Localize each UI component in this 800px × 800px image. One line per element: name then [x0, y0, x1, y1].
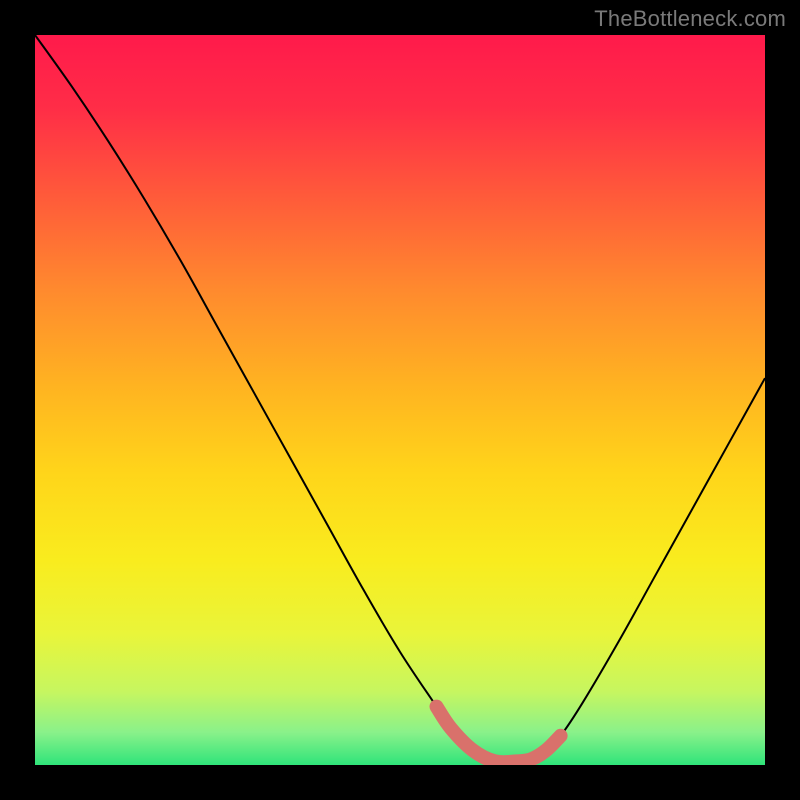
- chart-svg: [35, 35, 765, 765]
- watermark-text: TheBottleneck.com: [594, 6, 786, 32]
- chart-frame: TheBottleneck.com: [0, 0, 800, 800]
- plot-area: [35, 35, 765, 765]
- gradient-background: [35, 35, 765, 765]
